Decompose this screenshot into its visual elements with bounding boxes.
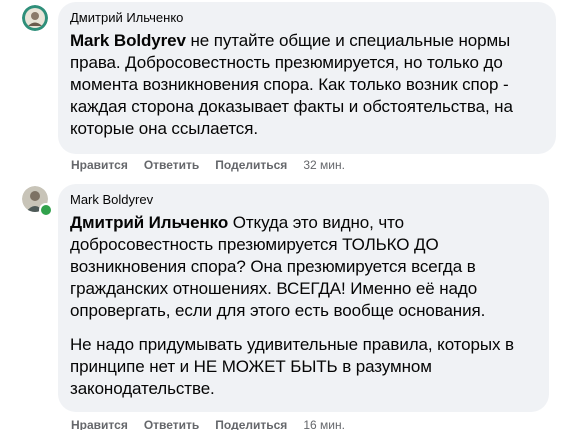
comment-text: Дмитрий Ильченко Откуда это видно, что д… <box>70 212 537 400</box>
mention-link[interactable]: Дмитрий Ильченко <box>70 213 228 232</box>
comment-author[interactable]: Mark Boldyrev <box>70 192 537 208</box>
comment-timestamp[interactable]: 32 мин. <box>303 158 345 172</box>
comment-text: Mark Boldyrev не путайте общие и специал… <box>70 30 544 140</box>
comment-feed: Дмитрий Ильченко Mark Boldyrev не путайт… <box>0 0 567 430</box>
comment-timestamp[interactable]: 16 мин. <box>303 418 345 430</box>
comment-actions: Нравится Ответить Поделиться 32 мин. <box>71 158 345 172</box>
comment-actions: Нравится Ответить Поделиться 16 мин. <box>71 418 345 430</box>
mention-link[interactable]: Mark Boldyrev <box>70 31 186 50</box>
like-button[interactable]: Нравится <box>71 418 128 430</box>
avatar[interactable] <box>22 5 48 31</box>
comment-author[interactable]: Дмитрий Ильченко <box>70 10 544 26</box>
comment-body: Не надо придумывать удивительные правила… <box>70 335 514 398</box>
share-button[interactable]: Поделиться <box>215 418 287 430</box>
share-button[interactable]: Поделиться <box>215 158 287 172</box>
online-status-icon <box>39 203 53 217</box>
comment-bubble: Mark Boldyrev Дмитрий Ильченко Откуда эт… <box>58 184 549 412</box>
reply-button[interactable]: Ответить <box>144 158 199 172</box>
comment-bubble: Дмитрий Ильченко Mark Boldyrev не путайт… <box>58 2 556 154</box>
reply-button[interactable]: Ответить <box>144 418 199 430</box>
like-button[interactable]: Нравится <box>71 158 128 172</box>
